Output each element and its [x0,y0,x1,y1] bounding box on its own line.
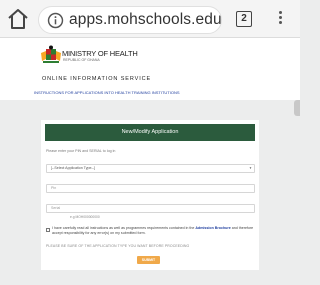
info-icon[interactable] [47,12,64,29]
submit-button[interactable]: SUBMIT [137,256,160,264]
form-title: New/Modify Application [45,124,255,141]
serial-input[interactable]: Serial [46,204,255,213]
home-icon[interactable] [6,7,30,31]
overflow-menu-icon[interactable] [276,9,284,29]
browser-toolbar: apps.mohschools.edu.gh 2 [0,0,300,38]
chevron-down-icon: ▼ [249,166,252,170]
service-title: ONLINE INFORMATION SERVICE [42,76,152,82]
ministry-title: MINISTRY OF HEALTH [62,49,138,58]
application-form-card: New/Modify Application Please enter your… [41,120,259,270]
agree-text: I have carefully read all instructions a… [52,226,255,236]
warning-text: PLEASE BE SURE OF THE APPLICATION TYPE Y… [46,244,190,248]
url-text: apps.mohschools.edu.gh [69,11,222,28]
pin-input[interactable]: Pin [46,184,255,193]
admission-brochure-link[interactable]: Admission Brochure [195,226,230,230]
tab-switcher-button[interactable]: 2 [236,11,252,27]
coat-of-arms-logo [41,45,61,63]
application-type-select[interactable]: [--Select Application Type--] ▼ [46,164,255,173]
serial-hint: e.g MOH000000000 [70,215,100,219]
scroll-handle[interactable] [294,100,300,116]
agree-prefix: I have carefully read all instructions a… [52,226,195,230]
agree-checkbox[interactable] [46,228,50,232]
ministry-subtitle: REPUBLIC OF GHANA [63,58,100,62]
instructions-link[interactable]: INSTRUCTIONS FOR APPLICATIONS INTO HEALT… [34,90,180,95]
login-prompt: Please enter your PIN and SERIAL to log … [46,149,116,153]
application-type-value: [--Select Application Type--] [51,166,95,170]
address-bar[interactable]: apps.mohschools.edu.gh [38,6,222,34]
